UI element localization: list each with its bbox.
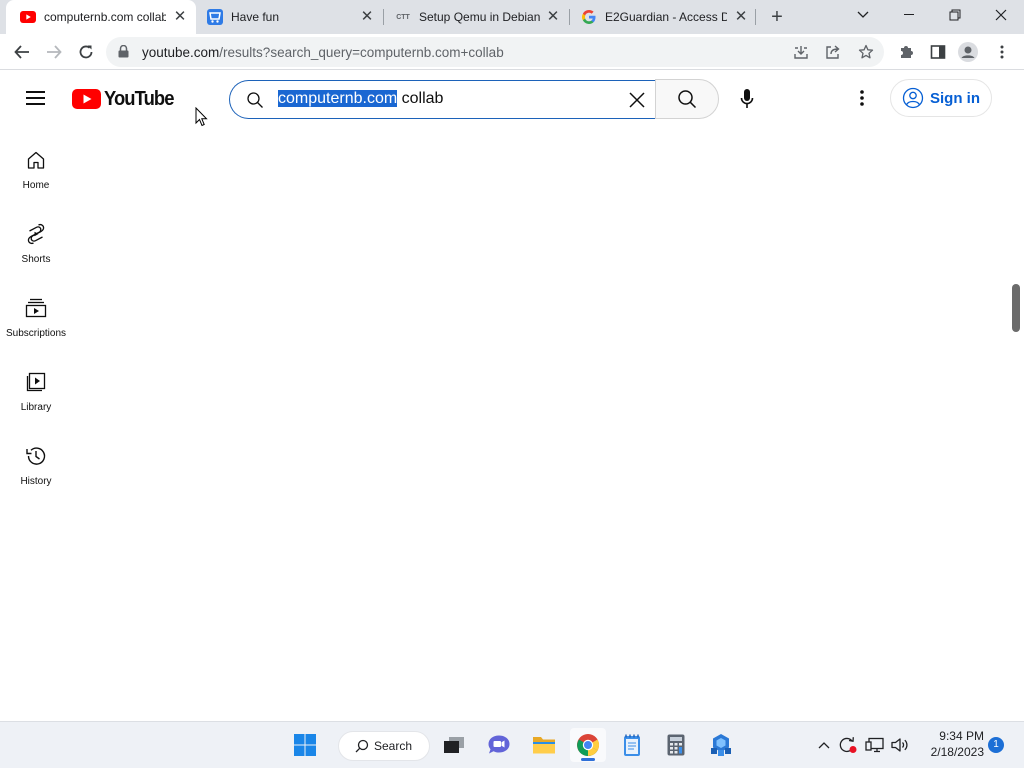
guide-item-label: Home: [22, 180, 50, 191]
tab-e2guardian[interactable]: E2Guardian - Access D ✕: [567, 0, 757, 34]
tab-close-icon[interactable]: ✕: [172, 9, 188, 25]
extensions-puzzle-icon[interactable]: [896, 42, 916, 62]
share-icon[interactable]: [824, 43, 842, 61]
guide-item-history[interactable]: History: [0, 444, 72, 518]
home-icon: [24, 148, 48, 172]
notepad-icon[interactable]: [614, 728, 650, 762]
settings-more-vert-icon[interactable]: [850, 86, 874, 110]
taskbar-search-button[interactable]: Search: [338, 731, 430, 761]
youtube-wordmark: YouTube: [104, 87, 174, 110]
chrome-menu-icon[interactable]: [992, 42, 1012, 62]
tab-youtube[interactable]: computernb.com collab ✕: [6, 0, 196, 34]
calculator-icon[interactable]: [658, 728, 694, 762]
tab-setup-qemu[interactable]: CTT Setup Qemu in Debian ✕: [381, 0, 569, 34]
search-query-rest: collab: [397, 90, 444, 107]
windows-start-icon[interactable]: [287, 728, 323, 762]
account-circle-icon: [902, 87, 924, 109]
ctt-favicon-icon: CTT: [396, 13, 410, 21]
youtube-favicon-icon: [20, 9, 36, 25]
page-scrollbar-thumb[interactable]: [1012, 284, 1020, 332]
tab-separator: [755, 9, 756, 25]
sign-in-label: Sign in: [930, 89, 980, 107]
windows-taskbar: Search: [0, 721, 1024, 768]
youtube-logo[interactable]: YouTube: [72, 87, 180, 111]
url-path: /results?search_query=computernb.com+col…: [219, 45, 504, 60]
mouse-cursor-icon: [195, 107, 208, 127]
url-domain: youtube.com: [142, 45, 220, 60]
address-bar[interactable]: youtube.com/results?search_query=compute…: [106, 37, 884, 67]
network-icon[interactable]: [864, 735, 886, 755]
tab-have-fun[interactable]: Have fun ✕: [193, 0, 383, 34]
guide-item-home[interactable]: Home: [0, 148, 72, 222]
guide-item-label: Library: [20, 402, 52, 413]
tab-title: Setup Qemu in Debian: [419, 10, 541, 24]
subscriptions-icon: [24, 296, 48, 320]
tab-search-chevron-icon[interactable]: [840, 0, 886, 30]
guide-item-label: Shorts: [21, 254, 51, 265]
guide-item-library[interactable]: Library: [0, 370, 72, 444]
search-query-text: computernb.com collab: [278, 90, 443, 108]
search-icon: [678, 90, 697, 109]
guide-menu-icon[interactable]: [22, 86, 50, 110]
tab-title: E2Guardian - Access D: [605, 10, 727, 24]
guide-item-label: History: [20, 476, 52, 487]
history-icon: [24, 444, 48, 468]
install-app-icon[interactable]: [792, 43, 810, 61]
tab-close-icon[interactable]: ✕: [545, 9, 561, 25]
show-hidden-icons-chevron-icon[interactable]: [813, 735, 835, 755]
search-icon: [355, 739, 369, 753]
tab-title: Have fun: [231, 10, 280, 24]
teams-chat-icon[interactable]: [481, 728, 517, 762]
taskbar-search-label: Search: [374, 739, 413, 753]
url-text: youtube.com/results?search_query=compute…: [142, 45, 504, 60]
clock-date: 2/18/2023: [930, 745, 984, 759]
taskbar-clock[interactable]: 9:34 PM 2/18/2023: [916, 728, 984, 760]
guide-item-shorts[interactable]: Shorts: [0, 222, 72, 296]
tab-title: computernb.com collab: [44, 10, 166, 24]
restore-icon[interactable]: [932, 0, 978, 30]
sign-in-button[interactable]: Sign in: [890, 79, 992, 117]
chrome-taskbar-icon[interactable]: [570, 728, 606, 762]
close-window-icon[interactable]: [978, 0, 1024, 30]
search-query-selected: computernb.com: [278, 90, 398, 107]
tab-strip: computernb.com collab ✕ Have fun ✕ CTT S…: [0, 0, 1024, 34]
new-tab-plus-icon[interactable]: +: [766, 6, 788, 28]
youtube-play-logo-icon: [72, 89, 101, 109]
guide-item-subscriptions[interactable]: Subscriptions: [0, 296, 72, 370]
volume-icon[interactable]: [889, 735, 911, 755]
shorts-icon: [24, 222, 48, 246]
side-panel-icon[interactable]: [928, 42, 948, 62]
library-icon: [24, 370, 48, 394]
browser-toolbar: youtube.com/results?search_query=compute…: [0, 34, 1024, 70]
notification-count-badge[interactable]: 1: [988, 737, 1004, 753]
shop-favicon-icon: [207, 9, 223, 25]
profile-avatar-icon[interactable]: [958, 42, 978, 62]
forward-arrow-icon[interactable]: [42, 40, 66, 64]
tab-close-icon[interactable]: ✕: [733, 9, 749, 25]
google-favicon-icon: [581, 9, 597, 25]
remote-app-icon[interactable]: [703, 728, 739, 762]
clear-search-icon[interactable]: [625, 88, 649, 112]
tab-close-icon[interactable]: ✕: [359, 9, 375, 25]
search-button[interactable]: [655, 79, 719, 119]
minimize-icon[interactable]: [886, 0, 932, 30]
bookmark-star-icon[interactable]: [857, 43, 875, 61]
reload-icon[interactable]: [74, 40, 98, 64]
guide-item-label: Subscriptions: [5, 328, 67, 339]
voice-search-mic-icon[interactable]: [728, 80, 766, 118]
search-icon: [246, 91, 264, 114]
active-app-indicator: [581, 758, 595, 761]
search-input[interactable]: computernb.com collab: [229, 80, 655, 119]
back-arrow-icon[interactable]: [10, 40, 34, 64]
sync-alert-icon[interactable]: [837, 735, 859, 755]
clock-time: 9:34 PM: [939, 729, 984, 743]
lock-icon[interactable]: [118, 44, 129, 63]
file-explorer-icon[interactable]: [526, 728, 562, 762]
task-view-icon[interactable]: [436, 728, 472, 762]
